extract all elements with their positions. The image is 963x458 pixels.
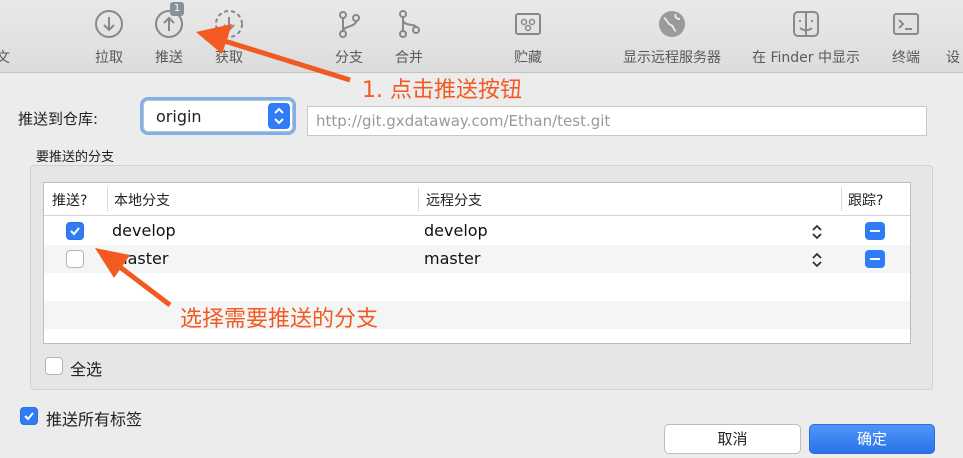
- arrow-line: [214, 35, 351, 83]
- annotation-step2: 选择需要推送的分支: [180, 307, 379, 332]
- annotation-arrows: [95, 24, 351, 307]
- arrow-head: [196, 24, 232, 54]
- annotation-step1: 1. 点击推送按钮: [362, 78, 522, 103]
